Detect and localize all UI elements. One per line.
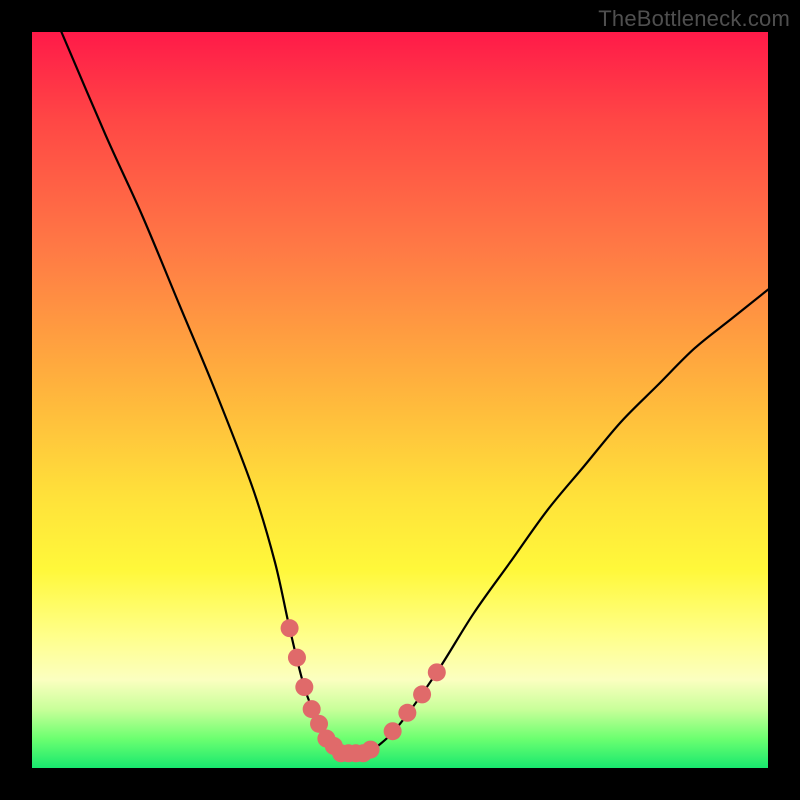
outer-frame: TheBottleneck.com — [0, 0, 800, 800]
curve-marker — [384, 722, 402, 740]
plot-area — [32, 32, 768, 768]
curve-marker — [413, 685, 431, 703]
bottleneck-curve — [61, 32, 768, 754]
chart-svg — [32, 32, 768, 768]
watermark-text: TheBottleneck.com — [598, 6, 790, 32]
curve-marker — [398, 704, 416, 722]
curve-marker — [362, 741, 380, 759]
curve-marker — [281, 619, 299, 637]
curve-marker — [295, 678, 313, 696]
curve-markers — [281, 619, 446, 762]
curve-marker — [428, 663, 446, 681]
curve-marker — [288, 649, 306, 667]
